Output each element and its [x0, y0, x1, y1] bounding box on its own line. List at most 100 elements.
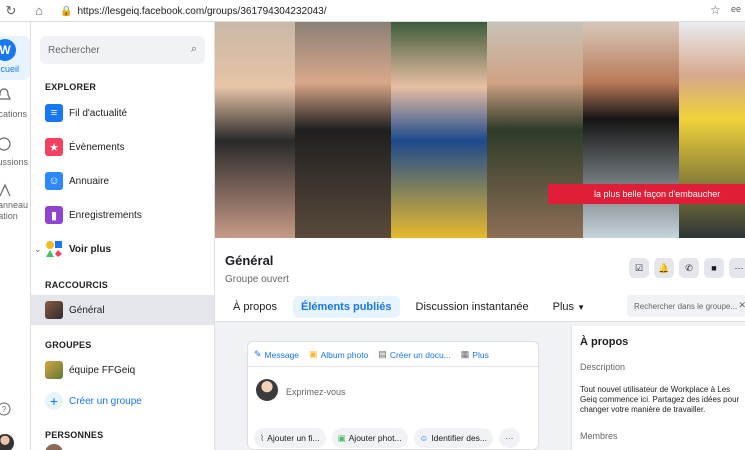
about-heading: À propos: [580, 336, 629, 348]
tab-about[interactable]: À propos: [225, 296, 285, 318]
cover-banner: la plus belle façon d'embaucher: [548, 184, 745, 204]
sidebar-item-see-more[interactable]: ⌄ Voir plus: [31, 234, 214, 264]
browser-toolbar: ↻ ⌂ 🔒 https://lesgeiq.facebook.com/group…: [0, 0, 745, 22]
paperclip-icon: ⌇: [260, 432, 265, 443]
composer-buttons: ⌇ Ajouter un fi... ▣ Ajouter phot... ☺ Iden…: [254, 428, 520, 448]
grid-icon: ▦: [460, 349, 470, 359]
tab-more[interactable]: Plus ▼: [545, 296, 593, 318]
sidebar-item-label: équipe FFGeiq: [69, 364, 136, 376]
sidebar-item-group-ffgeiq[interactable]: équipe FFGeiq: [31, 355, 214, 385]
bell-icon: [0, 88, 11, 100]
rail-discussions[interactable]: Discussions: [0, 136, 30, 180]
composer-tab-label: Album photo: [320, 349, 369, 360]
sidebar-item-label: Enregistrements: [69, 209, 142, 221]
cover-photo-person: [295, 22, 391, 238]
rail-admin-label-1: Panneau: [0, 200, 29, 210]
create-group-button[interactable]: + Créer un groupe: [31, 386, 214, 416]
group-actions: ☑ 🔔 ✆ ■ ⋯: [629, 258, 745, 278]
left-rail: W Accueil Notifications Discussions Pann…: [0, 22, 31, 450]
composer-input[interactable]: Exprimez-vous: [286, 387, 346, 397]
back-icon[interactable]: ↻: [2, 2, 20, 20]
group-cover-photo[interactable]: la plus belle façon d'embaucher: [215, 22, 745, 238]
tag-people-button[interactable]: ☺ Identifier des...: [413, 428, 494, 448]
tab-chat[interactable]: Discussion instantanée: [408, 296, 537, 318]
attach-file-button[interactable]: ⌇ Ajouter un fi...: [254, 428, 326, 448]
cover-photo-person: [215, 22, 295, 238]
svg-text:?: ?: [2, 405, 7, 414]
photo-icon: ▣: [337, 432, 346, 443]
composer-tab-label: Plus: [472, 349, 489, 360]
checklist-icon[interactable]: ☑: [629, 258, 649, 278]
workplace-logo-icon: W: [0, 39, 16, 61]
person-tag-icon: ☺: [419, 433, 429, 443]
button-label: Identifier des...: [431, 433, 488, 443]
add-photo-button[interactable]: ▣ Ajouter phot...: [331, 428, 408, 448]
group-search-input[interactable]: Rechercher dans le groupe... ✕: [627, 295, 745, 317]
admin-panel-icon: [0, 183, 11, 197]
close-icon[interactable]: ✕: [738, 300, 745, 311]
tab-posts[interactable]: Éléments publiés: [293, 296, 400, 318]
group-search-placeholder: Rechercher dans le groupe...: [634, 301, 738, 311]
plus-icon: +: [45, 392, 63, 410]
description-label: Description: [580, 362, 626, 372]
sidebar-item-label: Annuaire: [69, 175, 110, 187]
members-label: Membres: [580, 431, 618, 441]
create-group-label: Créer un groupe: [69, 395, 142, 407]
rail-notifications-label: Notifications: [0, 109, 28, 119]
group-thumbnail: [45, 361, 63, 379]
pencil-icon: ✎: [254, 349, 262, 359]
user-avatar: [256, 379, 278, 401]
cover-photo-person: [391, 22, 487, 238]
composer-tab-label: Créer un docu...: [389, 349, 451, 360]
group-header: Général Groupe ouvert ☑ 🔔 ✆ ■ ⋯ À propos…: [215, 238, 745, 322]
profile-avatar[interactable]: [0, 434, 14, 450]
sidebar-item-label: Général: [69, 304, 105, 316]
more-icon[interactable]: ⋯: [729, 258, 745, 278]
sidebar-item-directory[interactable]: ☺ Annuaire: [31, 166, 214, 196]
more-options-button[interactable]: ⋯: [499, 428, 520, 448]
section-heading-groups: GROUPES: [45, 340, 92, 350]
rail-home[interactable]: W Accueil: [0, 36, 30, 80]
composer-tab-document[interactable]: ▤ Créer un docu...: [378, 349, 450, 360]
rail-notifications[interactable]: Notifications: [0, 88, 30, 132]
rail-admin[interactable]: Panneau d'administration: [0, 182, 30, 230]
sidebar-item-saved[interactable]: ▮ Enregistrements: [31, 200, 214, 230]
bookmark-icon: ▮: [45, 206, 63, 224]
lock-icon: 🔒: [60, 5, 73, 17]
sidebar-search-placeholder: Rechercher: [48, 44, 100, 56]
group-tabs: À propos Éléments publiés Discussion ins…: [225, 294, 593, 320]
cover-banner-text: la plus belle façon d'embaucher: [594, 189, 721, 199]
caret-down-icon: ▼: [577, 303, 586, 312]
composer-tabs: ✎ Message ▣ Album photo ▤ Créer un docu... …: [254, 349, 489, 360]
chevron-down-icon: ⌄: [34, 243, 42, 254]
sidebar-item-events[interactable]: ★ Évènements: [31, 132, 214, 162]
extension-icon[interactable]: ee: [731, 4, 741, 14]
composer-tab-message[interactable]: ✎ Message: [254, 349, 299, 360]
button-label: Ajouter phot...: [348, 433, 402, 443]
sidebar-search-input[interactable]: Rechercher ⌕: [40, 36, 205, 64]
address-bar[interactable]: 🔒 https://lesgeiq.facebook.com/groups/36…: [60, 2, 700, 20]
rail-admin-label-2: d'administration: [0, 211, 18, 221]
sidebar-item-label: Évènements: [69, 141, 125, 153]
sidebar: Rechercher ⌕ EXPLORER ≡ Fil d'actualité …: [31, 22, 215, 450]
search-icon: ⌕: [190, 43, 197, 55]
rail-home-label: Accueil: [0, 64, 20, 74]
people-avatar[interactable]: [45, 444, 63, 450]
cover-photo-person: [583, 22, 679, 238]
photo-album-icon: ▣: [309, 349, 318, 359]
composer-tab-more[interactable]: ▦ Plus: [461, 349, 489, 360]
composer-tab-album[interactable]: ▣ Album photo: [309, 349, 368, 360]
phone-icon[interactable]: ✆: [679, 258, 699, 278]
sidebar-item-general[interactable]: Général: [31, 295, 214, 325]
bell-icon[interactable]: 🔔: [654, 258, 674, 278]
section-heading-shortcuts: RACCOURCIS: [45, 280, 109, 290]
calendar-icon: ★: [45, 138, 63, 156]
more-icon: ⋯: [505, 432, 514, 443]
video-icon[interactable]: ■: [704, 258, 724, 278]
group-privacy-label: Groupe ouvert: [225, 274, 289, 285]
home-icon[interactable]: ⌂: [30, 2, 48, 20]
bookmark-star-icon[interactable]: ☆: [710, 3, 721, 17]
document-icon: ▤: [378, 349, 387, 359]
about-panel: À propos Description Tout nouvel utilisa…: [571, 326, 745, 450]
sidebar-item-news-feed[interactable]: ≡ Fil d'actualité: [31, 98, 214, 128]
